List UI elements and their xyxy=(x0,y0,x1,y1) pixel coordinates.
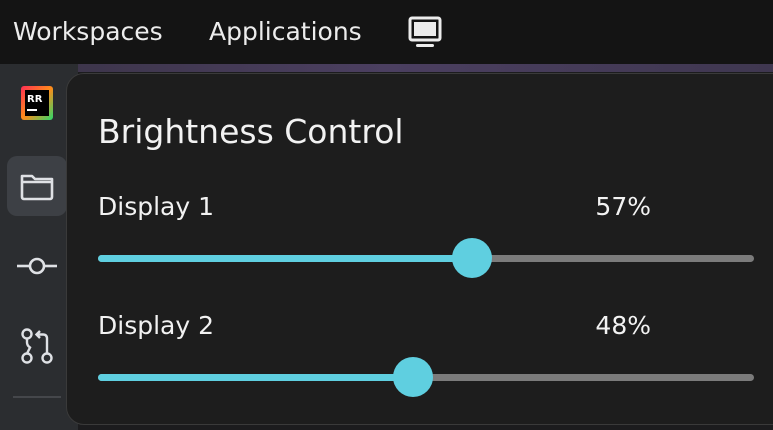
applications-menu[interactable]: Applications xyxy=(209,15,362,49)
display-1-value: 57% xyxy=(595,192,651,221)
pull-request-icon xyxy=(21,328,53,364)
panel-title: Brightness Control xyxy=(98,112,404,151)
app-logo[interactable]: RR xyxy=(21,86,53,120)
folder-icon xyxy=(20,174,54,201)
commit-icon xyxy=(17,257,57,275)
sidebar-item-project[interactable] xyxy=(7,156,67,216)
sidebar-item-commit[interactable] xyxy=(7,236,67,296)
workspaces-menu[interactable]: Workspaces xyxy=(13,15,163,49)
slider-thumb[interactable] xyxy=(451,238,492,278)
slider-fill xyxy=(98,374,413,381)
display-1-slider[interactable] xyxy=(98,238,754,278)
display-2-label: Display 2 xyxy=(98,311,215,340)
slider-thumb[interactable] xyxy=(392,357,433,397)
brightness-panel: Brightness Control Display 1 57% Display… xyxy=(66,73,773,425)
top-bar: Workspaces Applications xyxy=(0,0,773,64)
display-1-label: Display 1 xyxy=(98,192,215,221)
display-2-value: 48% xyxy=(595,311,651,340)
window-title-strip xyxy=(0,64,773,72)
slider-fill xyxy=(98,255,472,262)
sidebar-item-pull-requests[interactable] xyxy=(7,316,67,376)
display-2-slider[interactable] xyxy=(98,357,754,397)
sidebar-divider xyxy=(13,396,61,398)
svg-text:RR: RR xyxy=(27,94,43,105)
monitor-icon[interactable] xyxy=(407,16,443,50)
